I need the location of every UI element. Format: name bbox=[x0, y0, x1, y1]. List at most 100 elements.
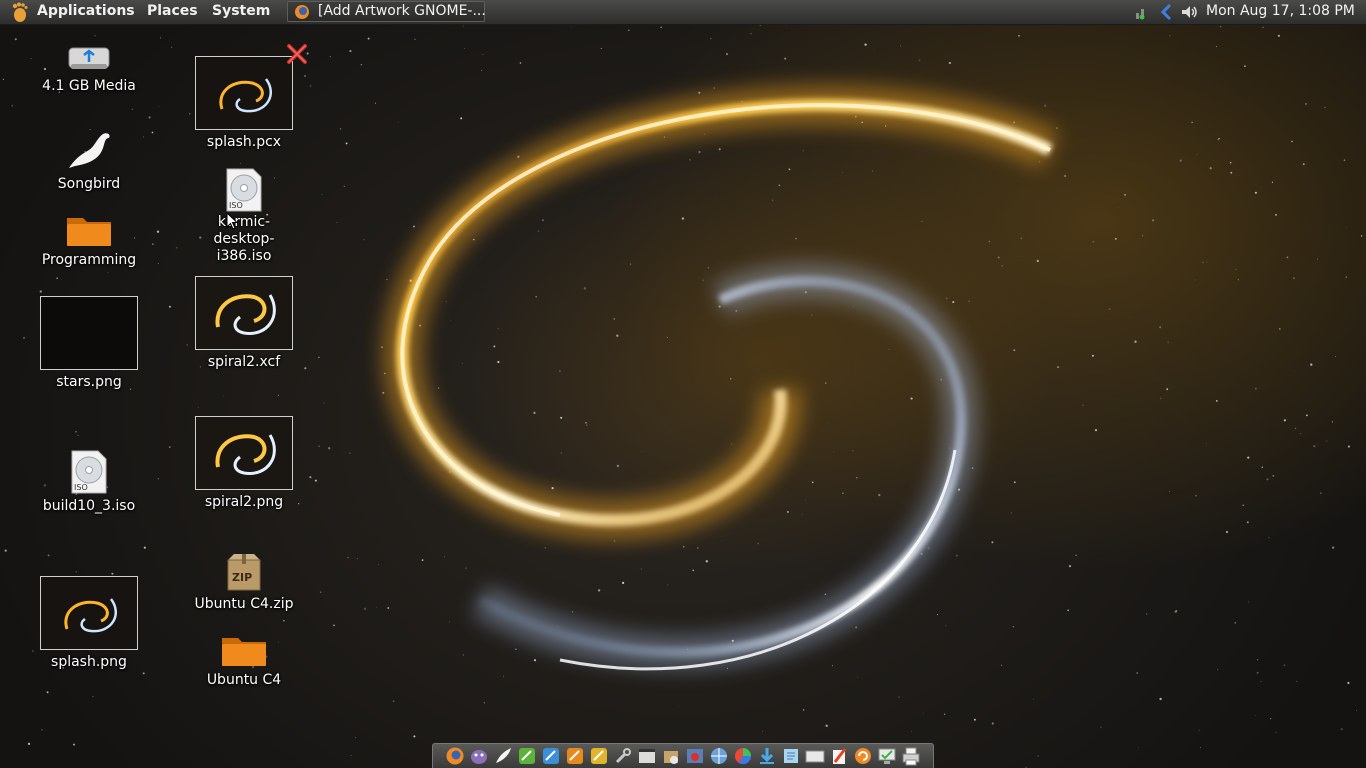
star-dot bbox=[1225, 530, 1229, 534]
star-dot bbox=[1117, 207, 1119, 208]
star-dot bbox=[828, 422, 829, 424]
app-icon-orange[interactable] bbox=[565, 746, 585, 766]
close-icon[interactable] bbox=[285, 42, 309, 66]
video-icon[interactable] bbox=[637, 746, 657, 766]
image-thumbnail bbox=[195, 276, 293, 350]
star-dot bbox=[1018, 34, 1020, 37]
app-icon-blue[interactable] bbox=[541, 746, 561, 766]
pidgin-icon[interactable] bbox=[469, 746, 489, 766]
star-dot bbox=[1124, 193, 1126, 196]
star-dot bbox=[705, 560, 708, 563]
star-dot bbox=[1196, 154, 1198, 156]
tools-icon[interactable] bbox=[613, 746, 633, 766]
star-dot bbox=[1114, 237, 1117, 240]
star-dot bbox=[666, 337, 668, 338]
places-menu[interactable]: Places bbox=[147, 3, 198, 19]
network-icon[interactable] bbox=[1134, 3, 1152, 21]
remove-icon[interactable] bbox=[685, 746, 705, 766]
color-wheel-icon[interactable] bbox=[733, 746, 753, 766]
drive-icon bbox=[68, 47, 110, 69]
star-dot bbox=[1293, 277, 1295, 279]
desktop-icon-songbird[interactable]: Songbird bbox=[34, 130, 144, 193]
star-dot bbox=[613, 540, 616, 542]
star-dot bbox=[223, 395, 225, 397]
star-dot bbox=[323, 402, 325, 404]
star-dot bbox=[1310, 363, 1313, 366]
desktop-icon-ubuntu-c4-zip[interactable]: ZIP Ubuntu C4.zip bbox=[189, 552, 299, 613]
desktop-icon-stars-png[interactable]: stars.png bbox=[34, 296, 144, 391]
star-dot bbox=[1010, 512, 1013, 514]
star-dot bbox=[1094, 428, 1098, 432]
app-icon-yellow[interactable] bbox=[589, 746, 609, 766]
star-dot bbox=[945, 625, 947, 627]
inkscape-icon[interactable] bbox=[493, 746, 513, 766]
star-dot bbox=[1075, 554, 1077, 556]
desktop-icon-ubuntu-c4-folder[interactable]: Ubuntu C4 bbox=[189, 632, 299, 689]
app-icon-green[interactable] bbox=[517, 746, 537, 766]
package-icon[interactable] bbox=[661, 746, 681, 766]
icon-label: Songbird bbox=[57, 176, 121, 192]
star-dot bbox=[923, 712, 925, 714]
star-dot bbox=[802, 709, 805, 711]
star-dot bbox=[551, 487, 554, 490]
star-dot bbox=[991, 541, 994, 544]
star-dot bbox=[725, 53, 729, 56]
notes-icon[interactable] bbox=[781, 746, 801, 766]
star-dot bbox=[997, 256, 1000, 259]
star-dot bbox=[77, 434, 79, 436]
panel-clock[interactable]: Mon Aug 17, 1:08 PM bbox=[1206, 3, 1355, 19]
applications-menu[interactable]: Applications bbox=[37, 3, 135, 19]
keyboard-icon[interactable] bbox=[805, 746, 825, 766]
taskbar-window-button[interactable]: [Add Artwork GNOME-... bbox=[287, 1, 486, 22]
star-dot bbox=[707, 267, 710, 269]
spiral-thumbnail-image bbox=[196, 417, 292, 489]
icon-label: Programming bbox=[41, 252, 137, 268]
star-dot bbox=[1013, 349, 1016, 352]
gnome-foot-icon[interactable] bbox=[8, 1, 30, 23]
bluetooth-icon[interactable] bbox=[1158, 3, 1176, 21]
desktop-icon-build10-iso[interactable]: ISO build10_3.iso bbox=[34, 450, 144, 515]
star-dot bbox=[1169, 35, 1171, 37]
star-dot bbox=[363, 607, 367, 610]
star-dot bbox=[1020, 237, 1022, 239]
star-dot bbox=[1146, 613, 1148, 615]
desktop-icon-splash-png[interactable]: splash.png bbox=[34, 576, 144, 671]
paint-icon[interactable] bbox=[829, 746, 849, 766]
star-dot bbox=[497, 327, 499, 330]
desktop-icon-splash-pcx[interactable]: splash.pcx bbox=[189, 56, 299, 151]
star-dot bbox=[1256, 671, 1259, 674]
star-dot bbox=[600, 47, 602, 50]
star-dot bbox=[852, 450, 854, 452]
system-menu[interactable]: System bbox=[212, 3, 270, 19]
star-dot bbox=[4, 549, 7, 552]
star-dot bbox=[450, 320, 452, 321]
star-dot bbox=[355, 737, 357, 739]
download-icon[interactable] bbox=[757, 746, 777, 766]
update-icon[interactable] bbox=[853, 746, 873, 766]
star-dot bbox=[718, 148, 721, 151]
star-dot bbox=[1206, 261, 1208, 263]
desktop-icon-spiral2-png[interactable]: spiral2.png bbox=[189, 416, 299, 511]
desktop-icon-media-drive[interactable]: 4.1 GB Media bbox=[34, 42, 144, 95]
star-dot bbox=[641, 451, 643, 453]
desktop-icon-programming-folder[interactable]: Programming bbox=[34, 212, 144, 269]
star-dot bbox=[27, 742, 31, 746]
image-thumbnail bbox=[195, 56, 293, 130]
web-icon[interactable] bbox=[709, 746, 729, 766]
star-dot bbox=[1067, 609, 1069, 612]
star-dot bbox=[314, 479, 317, 482]
volume-icon[interactable] bbox=[1180, 3, 1198, 21]
star-dot bbox=[1179, 159, 1182, 162]
star-dot bbox=[1217, 669, 1219, 671]
monitor-icon[interactable] bbox=[877, 746, 897, 766]
star-dot bbox=[585, 421, 587, 424]
desktop-icon-spiral2-xcf[interactable]: spiral2.xcf bbox=[189, 276, 299, 371]
printer-icon[interactable] bbox=[901, 746, 921, 766]
star-dot bbox=[414, 38, 416, 41]
firefox-icon[interactable] bbox=[445, 746, 465, 766]
star-dot bbox=[679, 706, 681, 708]
star-dot bbox=[878, 493, 881, 497]
star-dot bbox=[1335, 356, 1336, 357]
star-dot bbox=[898, 696, 900, 699]
desktop-icon-karmic-iso[interactable]: ISO karmic-desktop- i386.iso bbox=[189, 168, 299, 265]
